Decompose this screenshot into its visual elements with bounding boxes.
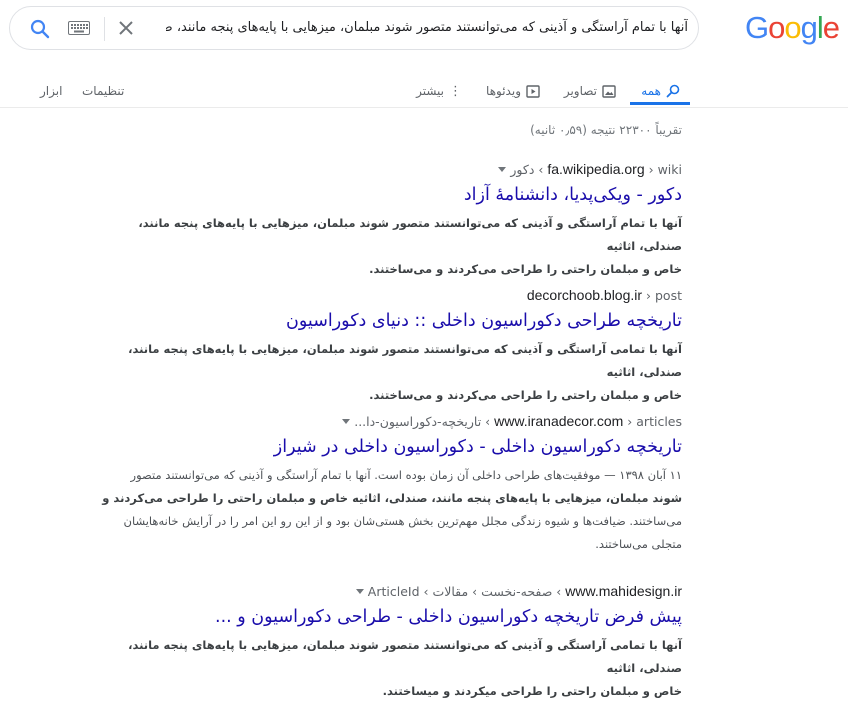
dropdown-arrow-icon[interactable]: [355, 589, 364, 594]
snippet-line: آنها با تمام آراستگی و آذینی که می‌توانس…: [138, 216, 682, 253]
result-title[interactable]: دکور - ویکی‌پدیا، دانشنامهٔ آزاد: [92, 182, 682, 208]
tab-images[interactable]: تصاویر: [564, 76, 616, 106]
tab-videos-label: ویدئوها: [486, 84, 521, 98]
snippet-line: آنها با تمامی آراستگی و آذینی که می‌توان…: [128, 342, 682, 379]
search-result: www.mahidesign.ir › صفحه-نخست › مقالات ›…: [92, 582, 682, 703]
keyboard-icon[interactable]: [68, 21, 90, 35]
tab-all-label: همه: [641, 84, 661, 98]
result-host: decorchoob.blog.ir: [526, 287, 643, 303]
divider: [0, 107, 848, 108]
result-path: › post: [642, 288, 682, 303]
result-url[interactable]: decorchoob.blog.ir › post: [92, 286, 682, 304]
search-input[interactable]: آنها با تمام آراستگی و آذینی که می‌توانس…: [166, 7, 688, 49]
dropdown-arrow-icon[interactable]: [342, 419, 351, 424]
result-title[interactable]: پیش فرض تاریخچه دکوراسیون داخلی - طراحی …: [92, 604, 682, 630]
tab-tools-label: ابزار: [40, 84, 63, 98]
search-box[interactable]: آنها با تمام آراستگی و آذینی که می‌توانس…: [9, 6, 699, 50]
dropdown-arrow-icon[interactable]: [498, 167, 507, 172]
image-icon: [602, 84, 616, 98]
search-tabs: همه تصاویر ویدئوها ⋮ بیشتر تنظیمات ابزار: [0, 56, 848, 108]
result-stats: تقریباً ۲۲۳۰۰ نتیجه (۰٫۵۹ ثانیه): [530, 123, 682, 137]
result-url[interactable]: www.mahidesign.ir › صفحه-نخست › مقالات ›…: [92, 582, 682, 600]
snippet-line: متجلی می‌ساختند.: [595, 537, 682, 551]
snippet-line: خاص و مبلمان راحتی را طراحی می‌کردند و م…: [369, 388, 682, 402]
result-host: www.iranadecor.com: [494, 413, 624, 429]
result-snippet: آنها با تمامی آراستگی و آذینی که می‌توان…: [92, 338, 682, 407]
result-url[interactable]: fa.wikipedia.org › wiki › دکور: [92, 160, 682, 178]
tab-more[interactable]: ⋮ بیشتر: [416, 76, 462, 106]
search-result: fa.wikipedia.org › wiki › دکور دکور - وی…: [92, 160, 682, 281]
active-tab-indicator: [630, 102, 690, 105]
search-result: www.iranadecor.com › articles › تاریخچه-…: [92, 412, 682, 556]
video-icon: [526, 84, 540, 98]
snippet-line: خاص و مبلمان راحتی را طراحی می‌کردند و م…: [369, 262, 682, 276]
result-host: fa.wikipedia.org: [547, 161, 645, 177]
result-url[interactable]: www.iranadecor.com › articles › تاریخچه-…: [92, 412, 682, 430]
result-title[interactable]: تاریخچه طراحی دکوراسیون داخلی :: دنیای د…: [92, 308, 682, 334]
result-host: www.mahidesign.ir: [565, 583, 682, 599]
close-icon[interactable]: [117, 19, 135, 37]
divider: [104, 17, 105, 41]
tab-more-label: بیشتر: [416, 84, 444, 98]
search-icon: [666, 84, 680, 98]
snippet-line: آنها با تمامی آراستگی و آذینی که می‌توان…: [128, 638, 682, 675]
result-snippet: آنها با تمامی آراستگی و آذینی که می‌توان…: [92, 634, 682, 703]
snippet-line: ۱۱ آبان ۱۳۹۸ — موفقیت‌های طراحی داخلی آن…: [130, 468, 682, 482]
result-path: › صفحه-نخست › مقالات › ArticleId: [367, 584, 566, 599]
tab-settings-label: تنظیمات: [82, 84, 125, 98]
tab-tools[interactable]: ابزار: [40, 76, 62, 106]
result-title[interactable]: تاریخچه دکوراسیون داخلی - دکوراسیون داخل…: [92, 434, 682, 460]
snippet-line: شوند مبلمان، میزهایی با پایه‌های پنجه ما…: [102, 491, 682, 505]
google-logo[interactable]: Google: [745, 12, 840, 44]
search-result: decorchoob.blog.ir › post تاریخچه طراحی …: [92, 286, 682, 407]
snippet-line: خاص و مبلمان راحتی را طراحی میکردند و می…: [382, 684, 682, 698]
result-snippet: آنها با تمام آراستگی و آذینی که می‌توانس…: [92, 212, 682, 281]
result-snippet: ۱۱ آبان ۱۳۹۸ — موفقیت‌های طراحی داخلی آن…: [92, 464, 682, 556]
snippet-line: می‌ساختند. ضیافت‌ها و شیوه زندگی مجلل مه…: [123, 514, 682, 528]
tab-videos[interactable]: ویدئوها: [486, 76, 540, 106]
more-vert-icon: ⋮: [449, 83, 462, 99]
tab-images-label: تصاویر: [563, 84, 597, 98]
tab-settings[interactable]: تنظیمات: [82, 76, 124, 106]
search-icon[interactable]: [29, 18, 51, 40]
